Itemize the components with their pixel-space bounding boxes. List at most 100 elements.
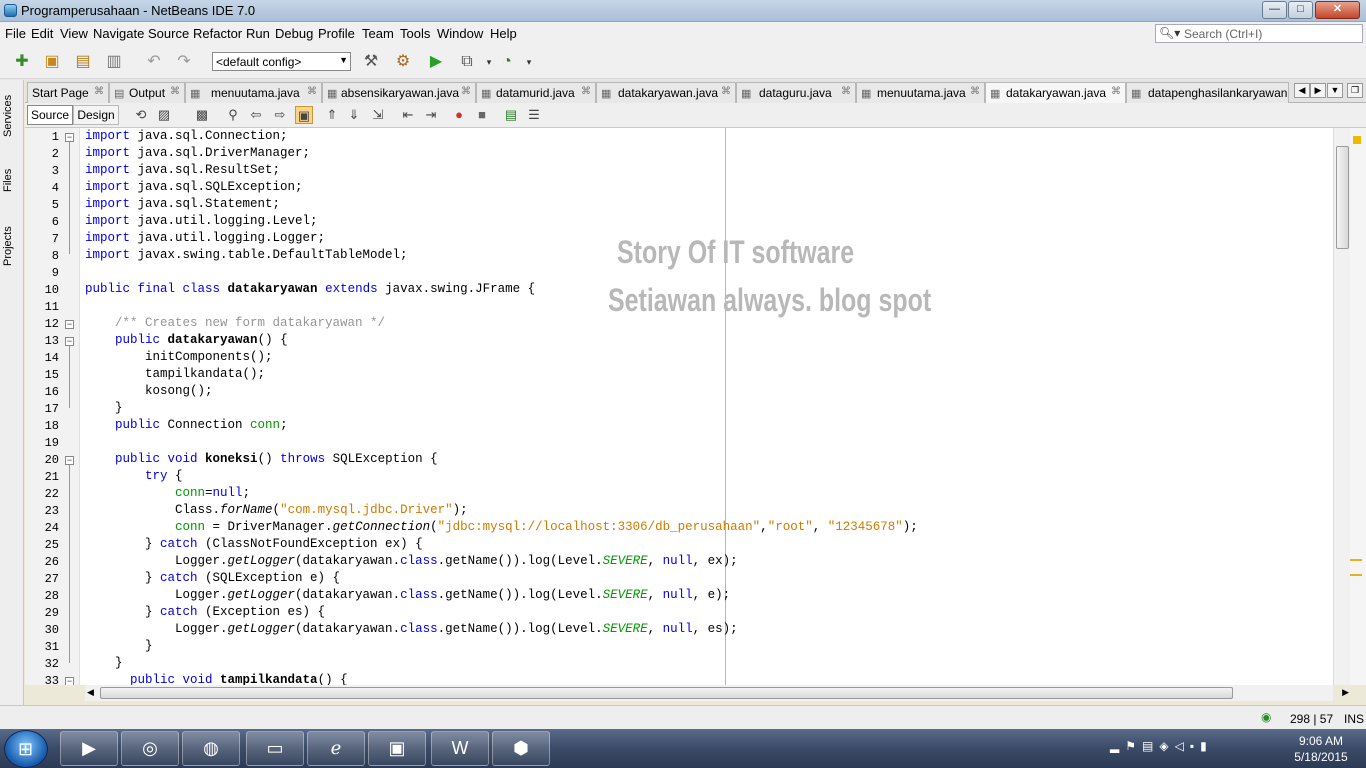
toggle-highlight-icon[interactable]: ▣ bbox=[295, 106, 313, 124]
tab-datakaryawan-java[interactable]: ▦ datakaryawan.java ⌘ bbox=[596, 82, 736, 103]
volume-icon[interactable]: ◁ bbox=[1175, 739, 1190, 753]
files-tab[interactable]: Files bbox=[2, 160, 22, 200]
tab-list-dropdown-icon[interactable]: ▼ bbox=[1327, 83, 1343, 98]
minimize-button[interactable]: — bbox=[1262, 1, 1287, 19]
open-project-icon[interactable]: ▤ bbox=[72, 51, 94, 73]
start-button[interactable]: ⊞ bbox=[4, 730, 48, 768]
file-explorer-icon[interactable]: ▭ bbox=[246, 731, 304, 766]
network-icon[interactable]: ▤ bbox=[1142, 739, 1159, 753]
tab-absensikaryawan-java[interactable]: ▦ absensikaryawan.java ⌘ bbox=[322, 82, 476, 103]
flag-icon[interactable]: ⚑ bbox=[1125, 739, 1142, 753]
menu-debug[interactable]: Debug bbox=[275, 26, 313, 41]
search-input[interactable]: 🔍︎▾ Search (Ctrl+I) bbox=[1155, 24, 1363, 43]
system-tray[interactable]: ▂⚑▤◈◁▪▮ bbox=[1110, 739, 1213, 753]
forward-icon[interactable]: ▨ bbox=[155, 106, 173, 124]
close-tab-icon[interactable]: ⌘ bbox=[170, 86, 180, 97]
close-tab-icon[interactable]: ⌘ bbox=[461, 86, 471, 97]
profile-dropdown-icon[interactable]: ▾ bbox=[518, 51, 540, 73]
previous-bookmark-icon[interactable]: ⇑ bbox=[323, 106, 341, 124]
maximize-editor-icon[interactable]: ❐ bbox=[1347, 83, 1363, 98]
menu-file[interactable]: File bbox=[5, 26, 26, 41]
close-tab-icon[interactable]: ⌘ bbox=[721, 86, 731, 97]
notification-icon[interactable]: ◉ bbox=[1261, 710, 1271, 724]
menu-view[interactable]: View bbox=[60, 26, 88, 41]
vertical-scroll-thumb[interactable] bbox=[1336, 146, 1349, 249]
tab-dataguru-java[interactable]: ▦ dataguru.java ⌘ bbox=[736, 82, 856, 103]
find-icon[interactable]: ⚲ bbox=[224, 106, 242, 124]
services-tab[interactable]: Services bbox=[2, 86, 22, 146]
last-edit-icon[interactable]: ▩ bbox=[193, 106, 211, 124]
run-icon[interactable]: ▶ bbox=[425, 51, 447, 73]
menu-run[interactable]: Run bbox=[246, 26, 270, 41]
close-button[interactable]: ✕ bbox=[1315, 1, 1360, 19]
tab-start-page[interactable]: Start Page ⌘ bbox=[27, 82, 109, 103]
scroll-tabs-left-icon[interactable]: ◀ bbox=[1294, 83, 1310, 98]
menu-help[interactable]: Help bbox=[490, 26, 517, 41]
close-tab-icon[interactable]: ⌘ bbox=[1111, 86, 1121, 97]
chrome-icon[interactable]: ◎ bbox=[121, 731, 179, 766]
new-file-icon[interactable]: ✚ bbox=[11, 51, 33, 73]
tab-datapenghasilankaryawan[interactable]: ▦ datapenghasilankaryawan. bbox=[1126, 82, 1289, 103]
tab-datamurid-java[interactable]: ▦ datamurid.java ⌘ bbox=[476, 82, 596, 103]
menu-window[interactable]: Window bbox=[437, 26, 483, 41]
warning-mark[interactable] bbox=[1350, 559, 1362, 561]
projects-tab[interactable]: Projects bbox=[2, 216, 22, 276]
scroll-right-icon[interactable]: ▶ bbox=[1342, 687, 1349, 698]
close-tab-icon[interactable]: ⌘ bbox=[581, 86, 591, 97]
config-combobox[interactable]: <default config> ▼ bbox=[212, 52, 351, 71]
undo-icon[interactable]: ↶ bbox=[143, 51, 165, 73]
find-previous-icon[interactable]: ⇦ bbox=[247, 106, 265, 124]
menu-source[interactable]: Source bbox=[148, 26, 189, 41]
tab-menuutama-java-2[interactable]: ▦ menuutama.java ⌘ bbox=[856, 82, 985, 103]
close-tab-icon[interactable]: ⌘ bbox=[94, 86, 104, 97]
build-icon[interactable]: ⚒ bbox=[360, 51, 382, 73]
menu-refactor[interactable]: Refactor bbox=[193, 26, 242, 41]
find-next-icon[interactable]: ⇨ bbox=[271, 106, 289, 124]
close-tab-icon[interactable]: ⌘ bbox=[970, 86, 980, 97]
clean-build-icon[interactable]: ⚙ bbox=[392, 51, 414, 73]
uncomment-icon[interactable]: ☰ bbox=[525, 106, 543, 124]
design-view-button[interactable]: Design bbox=[73, 105, 119, 125]
fold-toggle-icon[interactable]: − bbox=[65, 677, 74, 685]
debug-icon[interactable]: ⧉ bbox=[456, 51, 478, 73]
warning-mark[interactable] bbox=[1350, 574, 1362, 576]
new-project-icon[interactable]: ▣ bbox=[41, 51, 63, 73]
menu-navigate[interactable]: Navigate bbox=[93, 26, 144, 41]
toggle-bookmark-icon[interactable]: ⇲ bbox=[369, 106, 387, 124]
fold-toggle-icon[interactable]: − bbox=[65, 320, 74, 329]
shift-right-icon[interactable]: ⇥ bbox=[422, 106, 440, 124]
code-editor[interactable]: 1 2 3 4 5 6 7 8 9 10 11 12 13 14 15 16 1… bbox=[25, 128, 1333, 685]
internet-explorer-icon[interactable]: ℯ bbox=[307, 731, 365, 766]
clock[interactable]: 9:06 AM 5/18/2015 bbox=[1290, 733, 1352, 765]
shift-left-icon[interactable]: ⇤ bbox=[399, 106, 417, 124]
tab-datakaryawan-java-active[interactable]: ▦ datakaryawan.java ⌘ bbox=[985, 82, 1126, 103]
word-icon[interactable]: W bbox=[431, 731, 489, 766]
menu-team[interactable]: Team bbox=[362, 26, 394, 41]
save-all-icon[interactable]: ▥ bbox=[103, 51, 125, 73]
fold-toggle-icon[interactable]: − bbox=[65, 456, 74, 465]
media-player-icon[interactable]: ▶ bbox=[60, 731, 118, 766]
powerpoint-icon[interactable]: ▣ bbox=[368, 731, 426, 766]
security-icon[interactable]: ◈ bbox=[1159, 739, 1174, 753]
app-tray-icon[interactable]: ▪ bbox=[1190, 739, 1200, 753]
redo-icon[interactable]: ↷ bbox=[173, 51, 195, 73]
next-bookmark-icon[interactable]: ⇓ bbox=[345, 106, 363, 124]
source-view-button[interactable]: Source bbox=[27, 105, 73, 125]
maximize-button[interactable]: □ bbox=[1288, 1, 1313, 19]
firefox-icon[interactable]: ◍ bbox=[182, 731, 240, 766]
profile-icon[interactable]: ◔ bbox=[496, 51, 518, 73]
fold-toggle-icon[interactable]: − bbox=[65, 337, 74, 346]
scroll-left-icon[interactable]: ◀ bbox=[87, 687, 94, 698]
menu-edit[interactable]: Edit bbox=[31, 26, 53, 41]
fold-toggle-icon[interactable]: − bbox=[65, 133, 74, 142]
battery-icon[interactable]: ▮ bbox=[1200, 739, 1213, 753]
scroll-tabs-right-icon[interactable]: ▶ bbox=[1310, 83, 1326, 98]
menu-tools[interactable]: Tools bbox=[400, 26, 430, 41]
menu-profile[interactable]: Profile bbox=[318, 26, 355, 41]
start-macro-icon[interactable]: ● bbox=[450, 106, 468, 124]
back-icon[interactable]: ⟲ bbox=[132, 106, 150, 124]
stop-macro-icon[interactable]: ■ bbox=[473, 106, 491, 124]
close-tab-icon[interactable]: ⌘ bbox=[307, 86, 317, 97]
horizontal-scroll-thumb[interactable] bbox=[100, 687, 1233, 699]
signal-icon[interactable]: ▂ bbox=[1110, 739, 1125, 753]
